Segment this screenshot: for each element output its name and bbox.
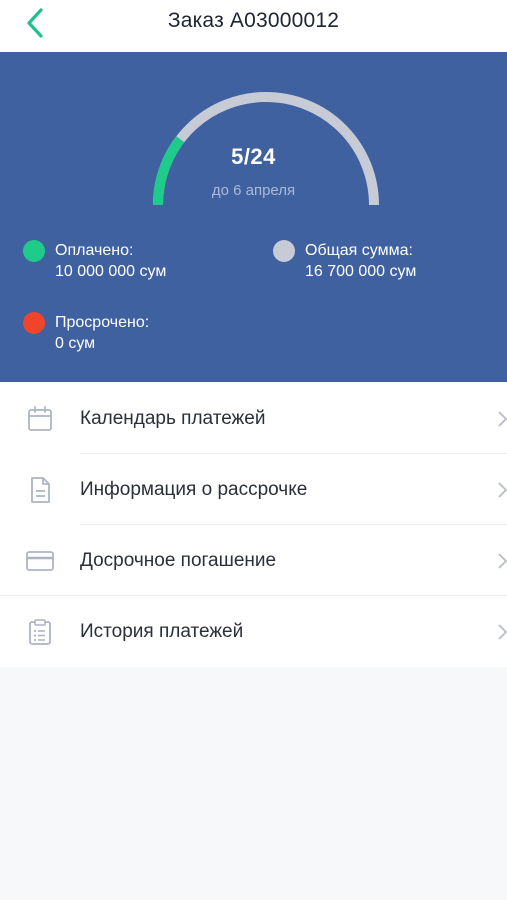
menu-item-payment-history[interactable]: История платежей <box>0 596 507 667</box>
menu-item-installment-info[interactable]: Информация о рассрочке <box>0 454 507 525</box>
paid-dot <box>23 240 45 262</box>
overdue-value: 0 сум <box>55 335 96 352</box>
chevron-right-icon <box>498 624 507 640</box>
total-dot <box>273 240 295 262</box>
chevron-right-icon <box>498 482 507 498</box>
overdue-label: Просрочено: <box>55 314 150 331</box>
menu-list: Календарь платежей Информация о рассрочк… <box>0 383 507 667</box>
menu-item-early-repayment[interactable]: Досрочное погашение <box>0 525 507 596</box>
menu-item-label: Досрочное погашение <box>80 550 277 571</box>
overdue-dot <box>23 312 45 334</box>
progress-caption: до 6 апреля <box>211 182 296 199</box>
total-value: 16 700 000 сум <box>305 263 417 280</box>
paid-value: 10 000 000 сум <box>55 263 167 280</box>
credit-card-icon <box>26 551 54 571</box>
clipboard-icon <box>29 619 51 645</box>
document-icon <box>31 477 50 503</box>
app-header: Заказ A03000012 <box>0 0 507 52</box>
calendar-icon <box>28 406 52 431</box>
paid-label: Оплачено: <box>55 242 134 259</box>
chevron-right-icon <box>498 553 507 569</box>
menu-item-label: История платежей <box>80 621 244 642</box>
total-label: Общая сумма: <box>305 242 413 259</box>
menu-item-label: Информация о рассрочке <box>80 479 308 500</box>
chevron-right-icon <box>498 411 507 427</box>
progress-value: 5/24 <box>231 144 276 169</box>
menu-item-payment-calendar[interactable]: Календарь платежей <box>0 383 507 454</box>
payment-summary-panel: 5/24 до 6 апреля Оплачено: 10 000 000 су… <box>0 52 507 382</box>
menu-item-label: Календарь платежей <box>80 408 266 429</box>
page-title: Заказ A03000012 <box>167 9 340 32</box>
